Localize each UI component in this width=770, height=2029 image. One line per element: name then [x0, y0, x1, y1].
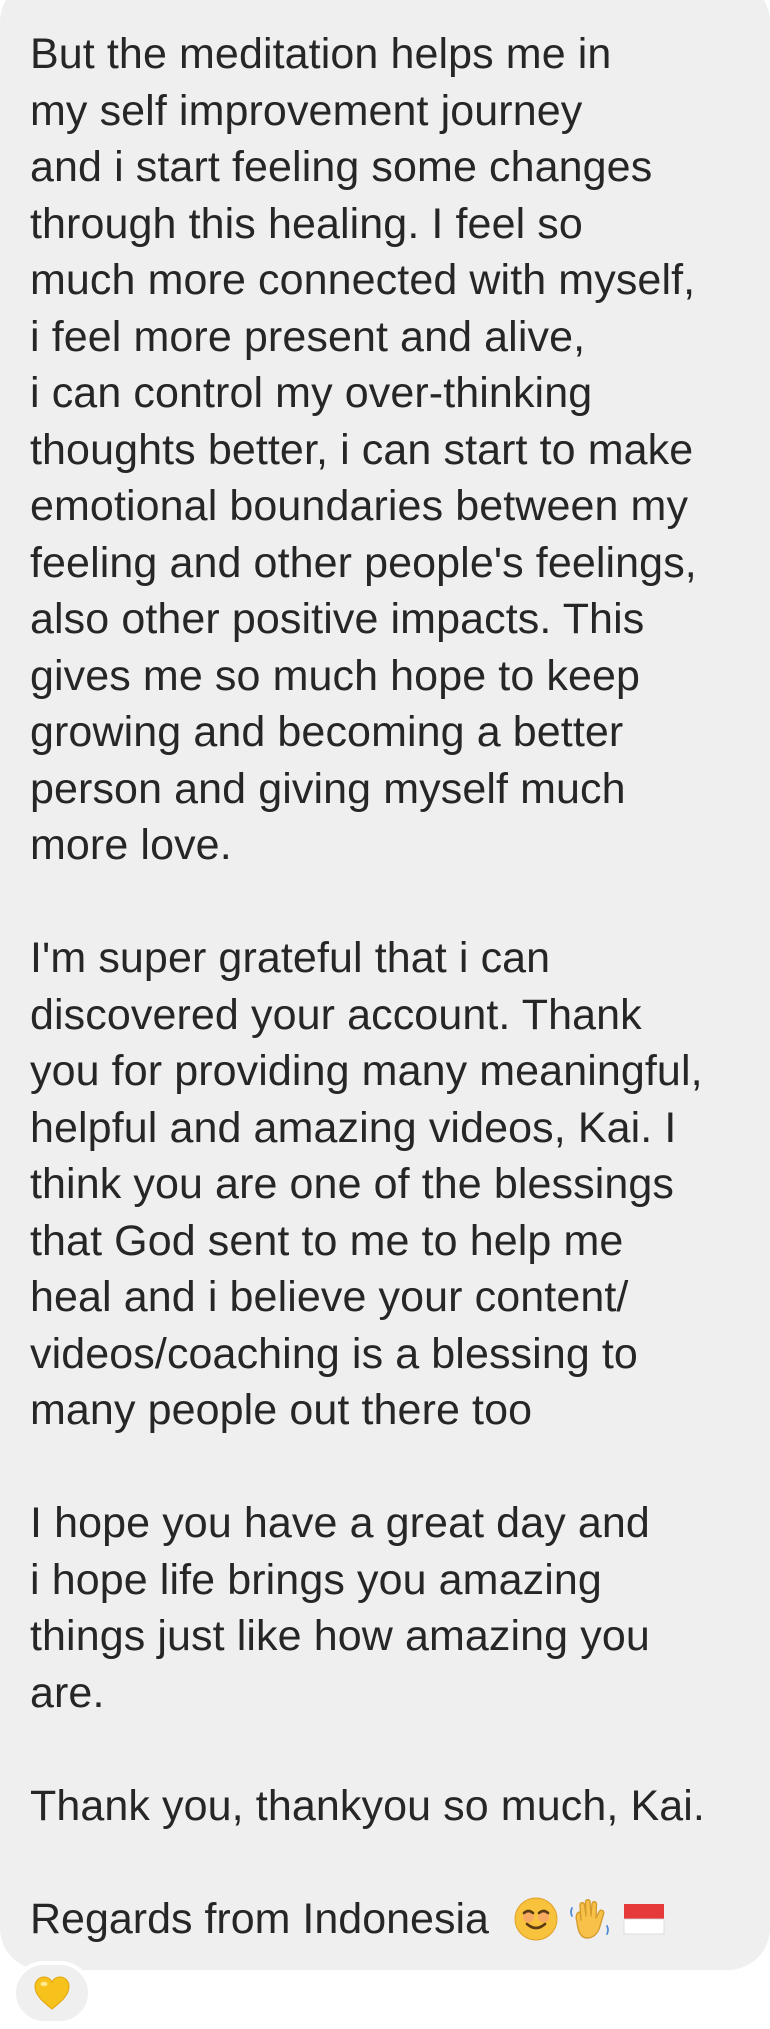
- message-line: through this healing. I feel so: [30, 199, 583, 248]
- message-line: I hope you have a great day and: [30, 1499, 650, 1547]
- signoff-text: Regards from Indonesia: [30, 1894, 501, 1943]
- message-line: discovered your account. Thank: [30, 990, 642, 1039]
- message-paragraph: I hope you have a great day and i hope l…: [30, 1495, 740, 1721]
- message-line: are.: [30, 1668, 105, 1717]
- message-line: much more connected with myself,: [30, 256, 696, 304]
- message-line: i hope life brings you amazing: [30, 1555, 602, 1604]
- message-line: I'm super grateful that i can: [30, 934, 551, 982]
- message-line: heal and i believe your content/: [30, 1273, 629, 1321]
- message-line: that God sent to me to help me: [30, 1216, 624, 1265]
- message-line: gives me so much hope to keep: [30, 651, 641, 700]
- message-line: i can control my over-thinking: [30, 369, 593, 417]
- message-line: you for providing many meaningful,: [30, 1047, 703, 1095]
- message-paragraph: But the meditation helps me in my self i…: [30, 26, 740, 874]
- message-line: videos/coaching is a blessing to: [30, 1329, 638, 1378]
- message-line: more love.: [30, 821, 232, 869]
- message-line: thoughts better, i can start to make: [30, 425, 694, 474]
- message-line: also other positive impacts. This: [30, 595, 645, 643]
- message-line: emotional boundaries between my: [30, 482, 689, 530]
- message-line: think you are one of the blessings: [30, 1160, 675, 1208]
- indonesia-flag-icon: [621, 1896, 667, 1942]
- message-line: But the meditation helps me in: [30, 30, 612, 78]
- signoff-line: Regards from Indonesia: [30, 1891, 740, 1948]
- message-line: person and giving myself much: [30, 764, 626, 813]
- message-line: many people out there too: [30, 1386, 533, 1434]
- message-paragraph: Thank you, thankyou so much, Kai.: [30, 1778, 740, 1835]
- message-line: helpful and amazing videos, Kai. I: [30, 1103, 677, 1152]
- message-line: my self improvement journey: [30, 86, 583, 135]
- message-line: feeling and other people's feelings,: [30, 538, 697, 587]
- yellow-heart-icon: [31, 1972, 73, 2014]
- smiling-face-icon: [513, 1896, 559, 1942]
- message-bubble[interactable]: But the meditation helps me in my self i…: [0, 0, 770, 1970]
- message-paragraph: I'm super grateful that i can discovered…: [30, 930, 740, 1439]
- message-line: growing and becoming a better: [30, 708, 624, 756]
- waving-hand-icon: [567, 1896, 613, 1942]
- message-line: things just like how amazing you: [30, 1612, 650, 1660]
- message-line: and i start feeling some changes: [30, 143, 653, 191]
- message-line: i feel more present and alive,: [30, 312, 586, 361]
- message-line: Thank you, thankyou so much, Kai.: [30, 1781, 705, 1830]
- reaction-badge[interactable]: [12, 1961, 92, 2025]
